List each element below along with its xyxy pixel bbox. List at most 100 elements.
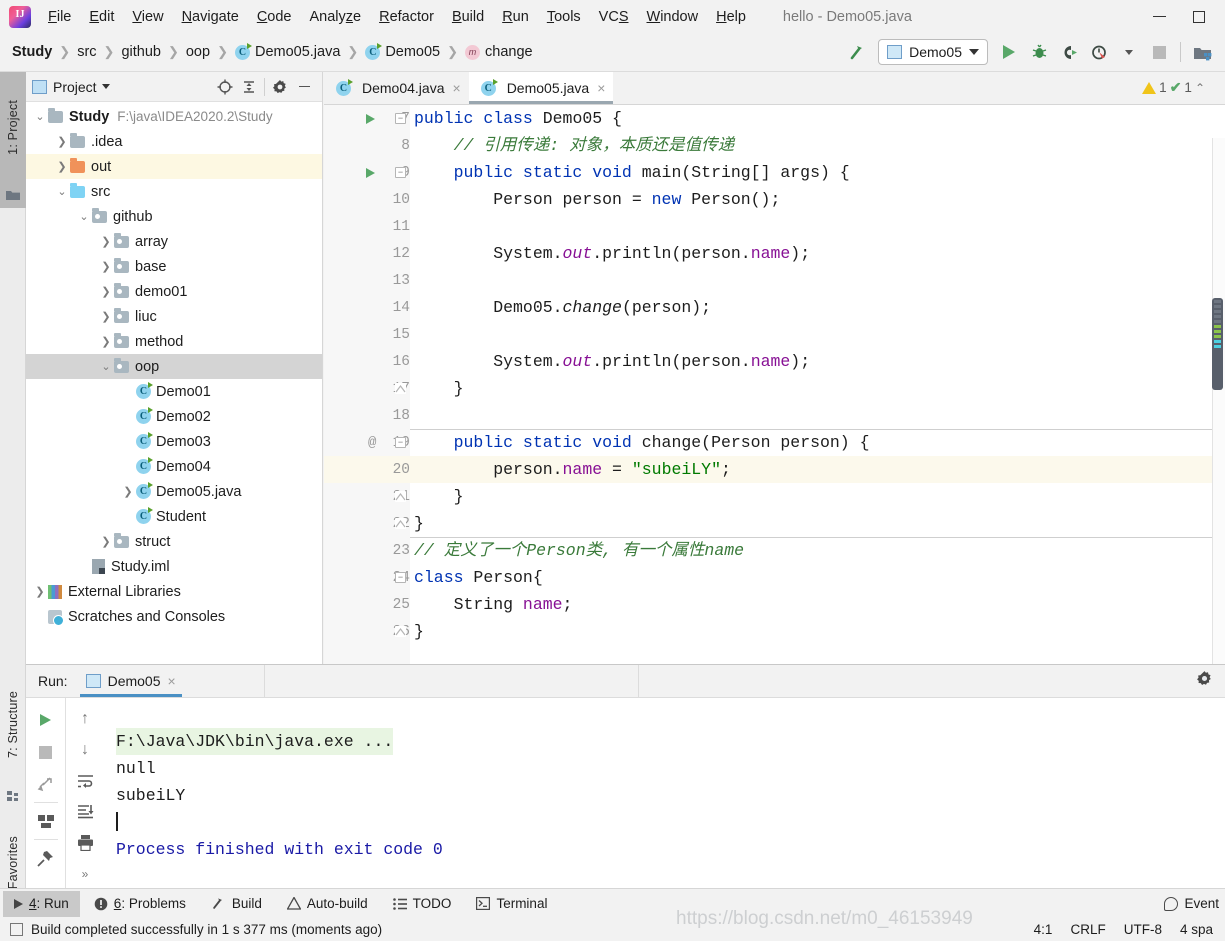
profiler-icon[interactable] <box>1084 37 1114 67</box>
caret-position[interactable]: 4:1 <box>1034 922 1053 937</box>
chevron-right-icon[interactable]: ❯ <box>98 235 114 248</box>
tree-node-demo03[interactable]: ·CDemo03 <box>26 429 322 454</box>
gutter-row[interactable]: 18 <box>324 402 410 429</box>
tree-node-scratchesandconsoles[interactable]: · Scratches and Consoles <box>26 604 322 629</box>
close-icon[interactable]: × <box>453 80 461 96</box>
settings-gear-icon[interactable] <box>268 75 292 99</box>
gutter-row[interactable]: 16 <box>324 348 410 375</box>
stop-icon[interactable] <box>1144 37 1174 67</box>
up-arrow-icon[interactable]: ↑ <box>69 704 101 735</box>
tree-node-src[interactable]: ⌄ src <box>26 179 322 204</box>
chevron-down-icon[interactable] <box>101 84 110 89</box>
sidebar-item-project[interactable]: 1: Project <box>0 72 26 182</box>
code-line-8[interactable]: // 引用传递: 对象，本质还是值传递 <box>414 132 1225 159</box>
gutter-row[interactable]: 13 <box>324 267 410 294</box>
code-line-13[interactable] <box>414 267 1225 294</box>
inspection-summary[interactable]: 1 ✔ 1 ⌃ <box>1142 79 1205 96</box>
down-arrow-icon[interactable]: ↓ <box>69 735 101 766</box>
code-editor[interactable]: 7−89−101112131415161718@19−2021222324−25… <box>324 79 1225 697</box>
run-gutter-icon[interactable] <box>366 113 375 124</box>
menu-item-run[interactable]: Run <box>493 5 538 29</box>
menu-item-tools[interactable]: Tools <box>538 5 590 29</box>
console-output[interactable]: F:\Java\JDK\bin\java.exe ... null subeiL… <box>104 698 1225 889</box>
code-line-24[interactable]: class Person{ <box>414 564 1225 591</box>
bottom-tab-6problems[interactable]: 6: Problems <box>83 891 197 917</box>
tree-node-oop[interactable]: ⌄ oop <box>26 354 322 379</box>
sidebar-item-structure[interactable]: 7: Structure <box>0 665 26 785</box>
fold-end-icon[interactable] <box>395 518 406 529</box>
code-line-20[interactable]: person.name = "subeiLY"; <box>410 456 1225 483</box>
toggle-tasks-icon[interactable] <box>30 805 62 837</box>
fold-collapse-icon[interactable]: − <box>395 113 406 124</box>
code-line-18[interactable] <box>414 402 1225 429</box>
chevron-up-icon[interactable]: ⌃ <box>1195 81 1205 95</box>
profiler-dropdown-icon[interactable] <box>1114 37 1144 67</box>
tree-node-base[interactable]: ❯ base <box>26 254 322 279</box>
code-line-11[interactable] <box>414 213 1225 240</box>
breadcrumb-item-demo05java[interactable]: C Demo05.java <box>234 42 340 60</box>
menu-item-code[interactable]: Code <box>248 5 301 29</box>
chevron-right-icon[interactable]: ❯ <box>54 135 70 148</box>
gutter-row[interactable]: 11 <box>324 213 410 240</box>
gutter-row[interactable]: 24− <box>324 564 410 591</box>
scroll-to-end-icon[interactable] <box>69 796 101 827</box>
code-line-14[interactable]: Demo05.change(person); <box>414 294 1225 321</box>
hide-panel-icon[interactable] <box>292 75 316 99</box>
restore-layout-icon[interactable] <box>30 768 62 800</box>
menu-item-build[interactable]: Build <box>443 5 493 29</box>
run-icon[interactable] <box>994 37 1024 67</box>
run-gutter-icon[interactable] <box>366 167 375 178</box>
code-line-9[interactable]: public static void main(String[] args) { <box>414 159 1225 186</box>
bottom-tab-todo[interactable]: TODO <box>382 891 463 917</box>
menu-item-view[interactable]: View <box>123 5 172 29</box>
breadcrumb-item-src[interactable]: src <box>77 44 96 60</box>
code-line-23[interactable]: // 定义了一个Person类, 有一个属性name <box>414 537 1225 564</box>
tree-node-externallibraries[interactable]: ❯ External Libraries <box>26 579 322 604</box>
indent-setting[interactable]: 4 spa <box>1180 922 1213 937</box>
gutter-row[interactable]: @19− <box>324 429 410 456</box>
gutter-row[interactable]: 20 <box>324 456 410 483</box>
tree-node-liuc[interactable]: ❯ liuc <box>26 304 322 329</box>
code-line-16[interactable]: System.out.println(person.name); <box>414 348 1225 375</box>
rerun-icon[interactable] <box>30 704 62 736</box>
tree-node-out[interactable]: ❯ out <box>26 154 322 179</box>
close-icon[interactable]: × <box>597 80 605 96</box>
fold-end-icon[interactable] <box>395 383 406 394</box>
breadcrumb-item-oop[interactable]: oop <box>186 44 210 60</box>
tree-node-array[interactable]: ❯ array <box>26 229 322 254</box>
tree-node-struct[interactable]: ❯ struct <box>26 529 322 554</box>
fold-end-icon[interactable] <box>395 491 406 502</box>
gutter-row[interactable]: 10 <box>324 186 410 213</box>
tree-node-method[interactable]: ❯ method <box>26 329 322 354</box>
gutter-row[interactable]: 23 <box>324 537 410 564</box>
soft-wrap-icon[interactable] <box>69 766 101 797</box>
code-line-7[interactable]: public class Demo05 { <box>414 105 1225 132</box>
editor-tab-demo05java[interactable]: C Demo05.java × <box>468 72 614 104</box>
menu-item-refactor[interactable]: Refactor <box>370 5 443 29</box>
fold-collapse-icon[interactable]: − <box>395 572 406 583</box>
code-line-22[interactable]: } <box>414 510 1225 537</box>
event-log-button[interactable]: Event <box>1164 896 1225 911</box>
chevron-right-icon[interactable]: ❯ <box>98 285 114 298</box>
tree-node-studyiml[interactable]: · Study.iml <box>26 554 322 579</box>
gutter-row[interactable]: 17 <box>324 375 410 402</box>
chevron-right-icon[interactable]: ❯ <box>120 485 136 498</box>
tree-node-demo02[interactable]: ·CDemo02 <box>26 404 322 429</box>
close-icon[interactable]: × <box>168 673 176 689</box>
chevron-down-icon[interactable]: ⌄ <box>54 185 70 198</box>
menu-item-help[interactable]: Help <box>707 5 755 29</box>
chevron-right-icon[interactable]: ❯ <box>98 535 114 548</box>
tree-node-demo05java[interactable]: ❯ C Demo05.java <box>26 479 322 504</box>
code-content[interactable]: public class Demo05 { // 引用传递: 对象，本质还是值传… <box>410 105 1225 664</box>
chevron-right-icon[interactable]: ❯ <box>54 160 70 173</box>
fold-collapse-icon[interactable]: − <box>395 437 406 448</box>
breadcrumb-item-study[interactable]: Study <box>12 44 52 60</box>
tree-node-idea[interactable]: ❯ .idea <box>26 129 322 154</box>
chevron-right-icon[interactable]: ❯ <box>98 260 114 273</box>
menu-item-analyze[interactable]: Analyze <box>301 5 371 29</box>
gutter-row[interactable]: 7− <box>324 105 410 132</box>
chevron-down-icon[interactable]: ⌄ <box>76 210 92 223</box>
pin-tab-icon[interactable] <box>30 842 62 874</box>
stop-icon[interactable] <box>30 736 62 768</box>
menu-item-edit[interactable]: Edit <box>80 5 123 29</box>
